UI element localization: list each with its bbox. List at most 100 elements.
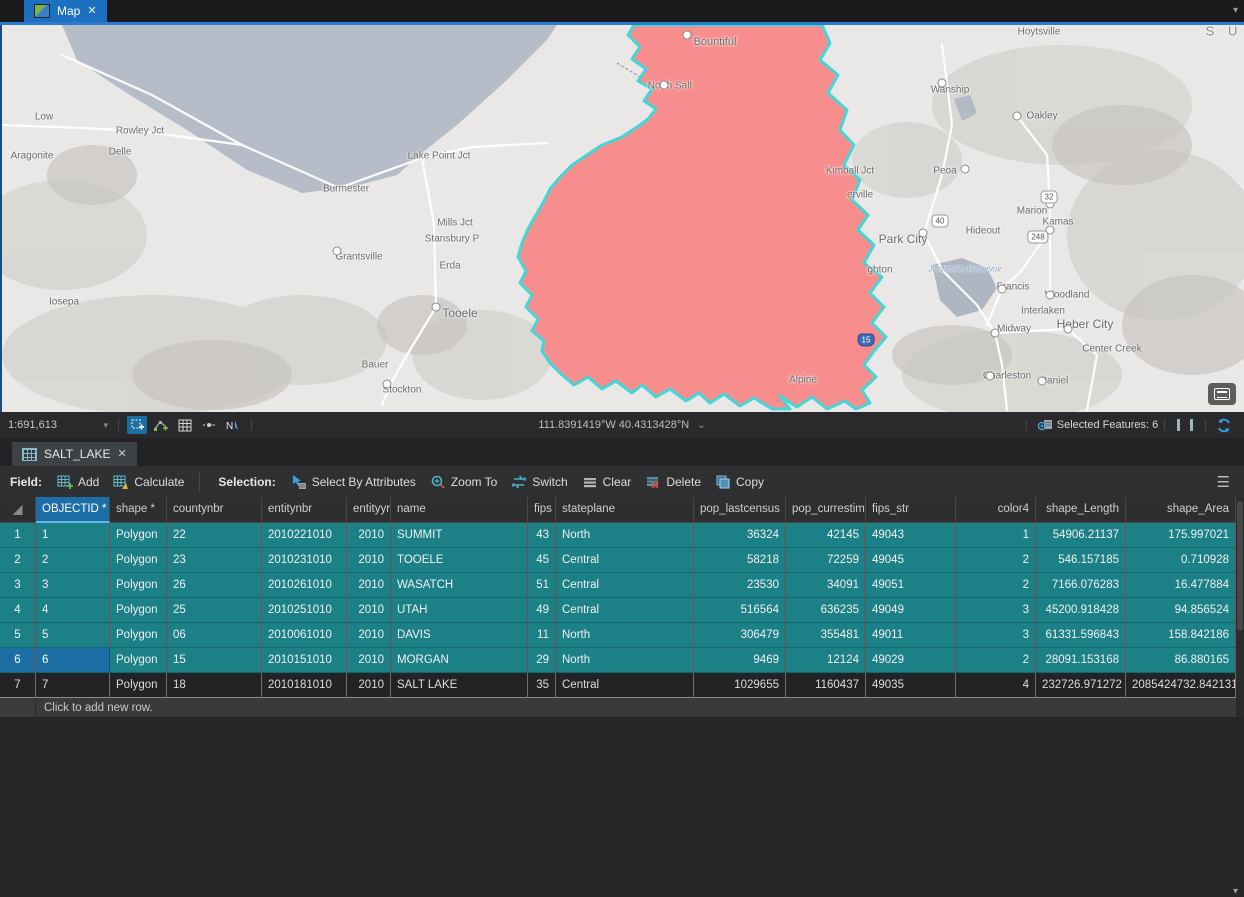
table-cell[interactable]: 2010251010 [262, 598, 347, 623]
table-cell[interactable]: 42145 [786, 523, 866, 548]
table-cell[interactable]: Polygon [110, 523, 167, 548]
row-number-cell[interactable]: 4 [0, 598, 36, 623]
menu-icon[interactable]: ☰ [1217, 473, 1230, 491]
table-cell[interactable]: 49011 [866, 623, 956, 648]
table-cell[interactable]: 25 [167, 598, 262, 623]
table-cell[interactable]: 2 [956, 648, 1036, 673]
table-cell[interactable]: 36324 [694, 523, 786, 548]
table-cell[interactable]: 2010 [347, 523, 391, 548]
calculate-field-button[interactable]: Calculate [113, 474, 184, 490]
table-cell[interactable]: Central [556, 573, 694, 598]
table-cell[interactable]: Central [556, 598, 694, 623]
column-header-row-selector[interactable] [0, 497, 36, 523]
column-header-fips-str[interactable]: fips_str [866, 497, 956, 523]
close-icon[interactable]: ✕ [87, 6, 96, 17]
column-header-stateplane[interactable]: stateplane [556, 497, 694, 523]
table-cell[interactable]: 1160437 [786, 673, 866, 698]
table-cell[interactable]: 1029655 [694, 673, 786, 698]
table-cell[interactable]: DAVIS [391, 623, 528, 648]
row-number-cell[interactable]: 5 [0, 623, 36, 648]
table-cell[interactable]: 34091 [786, 573, 866, 598]
snapping-icon[interactable] [199, 416, 219, 434]
table-cell[interactable]: 49045 [866, 548, 956, 573]
table-cell[interactable]: 2010 [347, 648, 391, 673]
table-cell[interactable]: 6 [36, 648, 110, 673]
table-cell[interactable]: TOOELE [391, 548, 528, 573]
table-cell[interactable]: UTAH [391, 598, 528, 623]
column-header-name[interactable]: name [391, 497, 528, 523]
scale-dropdown[interactable]: 1:691,613 ▾ [8, 419, 112, 431]
table-cell[interactable]: SUMMIT [391, 523, 528, 548]
table-cell[interactable]: 54906.21137 [1036, 523, 1126, 548]
table-cell[interactable]: 22 [167, 523, 262, 548]
tab-overflow-button[interactable]: ▾ [1233, 886, 1238, 897]
table-cell[interactable]: 2 [956, 548, 1036, 573]
column-header-color4[interactable]: color4 [956, 497, 1036, 523]
table-cell[interactable]: 9469 [694, 648, 786, 673]
table-cell[interactable]: 28091.153168 [1036, 648, 1126, 673]
scrollbar-thumb[interactable] [1237, 501, 1243, 631]
table-cell[interactable]: 306479 [694, 623, 786, 648]
selected-county-polygon[interactable] [518, 25, 886, 409]
table-cell[interactable]: SALT LAKE [391, 673, 528, 698]
pause-drawing-icon[interactable] [1177, 419, 1193, 431]
select-tool-icon[interactable] [127, 416, 147, 434]
column-header-pop-lastcensus[interactable]: pop_lastcensus [694, 497, 786, 523]
table-cell[interactable]: 516564 [694, 598, 786, 623]
map-canvas[interactable]: LowRowley JctDelleAragoniteIosepaBurmest… [0, 25, 1244, 412]
table-cell[interactable]: North [556, 623, 694, 648]
table-cell[interactable]: 49 [528, 598, 556, 623]
table-cell[interactable]: 49035 [866, 673, 956, 698]
column-header-objectid[interactable]: OBJECTID * [36, 497, 110, 523]
table-cell[interactable]: 2010 [347, 573, 391, 598]
column-header-shape-length[interactable]: shape_Length [1036, 497, 1126, 523]
tab-map[interactable]: Map ✕ [24, 0, 107, 22]
table-cell[interactable]: Central [556, 673, 694, 698]
table-cell[interactable]: 45 [528, 548, 556, 573]
edit-vertices-icon[interactable] [151, 416, 171, 434]
table-cell[interactable]: 16.477884 [1126, 573, 1236, 598]
table-cell[interactable]: 3 [36, 573, 110, 598]
table-cell[interactable]: 49049 [866, 598, 956, 623]
table-cell[interactable]: 2010 [347, 598, 391, 623]
table-cell[interactable]: 51 [528, 573, 556, 598]
table-cell[interactable]: 45200.918428 [1036, 598, 1126, 623]
column-header-entitynbr[interactable]: entitynbr [262, 497, 347, 523]
table-cell[interactable]: 12124 [786, 648, 866, 673]
table-cell[interactable]: 49029 [866, 648, 956, 673]
table-cell[interactable]: 06 [167, 623, 262, 648]
column-header-entityyr[interactable]: entityyr [347, 497, 391, 523]
table-cell[interactable]: 2010261010 [262, 573, 347, 598]
switch-button[interactable]: Switch [511, 474, 567, 490]
select-all-corner[interactable] [13, 505, 23, 515]
column-header-countynbr[interactable]: countynbr [167, 497, 262, 523]
copy-button[interactable]: Copy [715, 474, 764, 490]
table-cell[interactable]: Polygon [110, 573, 167, 598]
table-cell[interactable]: 94.856524 [1126, 598, 1236, 623]
table-cell[interactable]: 61331.596843 [1036, 623, 1126, 648]
table-cell[interactable]: 86.880165 [1126, 648, 1236, 673]
table-cell[interactable]: 2010 [347, 548, 391, 573]
zoom-to-button[interactable]: Zoom To [430, 474, 497, 490]
table-cell[interactable]: 2010 [347, 623, 391, 648]
table-cell[interactable]: 4 [956, 673, 1036, 698]
table-cell[interactable]: 23530 [694, 573, 786, 598]
table-cell[interactable]: North [556, 648, 694, 673]
table-cell[interactable]: 2010 [347, 673, 391, 698]
select-by-attributes-button[interactable]: Select By Attributes [291, 474, 416, 490]
close-icon[interactable]: ✕ [117, 449, 126, 460]
add-row-text[interactable]: Click to add new row. [36, 698, 1244, 718]
table-cell[interactable]: WASATCH [391, 573, 528, 598]
table-cell[interactable]: 58218 [694, 548, 786, 573]
table-cell[interactable]: 49051 [866, 573, 956, 598]
table-cell[interactable]: 3 [956, 598, 1036, 623]
table-cell[interactable]: North [556, 523, 694, 548]
table-cell[interactable]: 1 [956, 523, 1036, 548]
attribute-table-icon[interactable] [175, 416, 195, 434]
table-cell[interactable]: MORGAN [391, 648, 528, 673]
table-cell[interactable]: 232726.971272 [1036, 673, 1126, 698]
row-number-cell[interactable]: 1 [0, 523, 36, 548]
table-cell[interactable]: 3 [956, 623, 1036, 648]
table-cell[interactable]: 546.157185 [1036, 548, 1126, 573]
table-cell[interactable]: 0.710928 [1126, 548, 1236, 573]
